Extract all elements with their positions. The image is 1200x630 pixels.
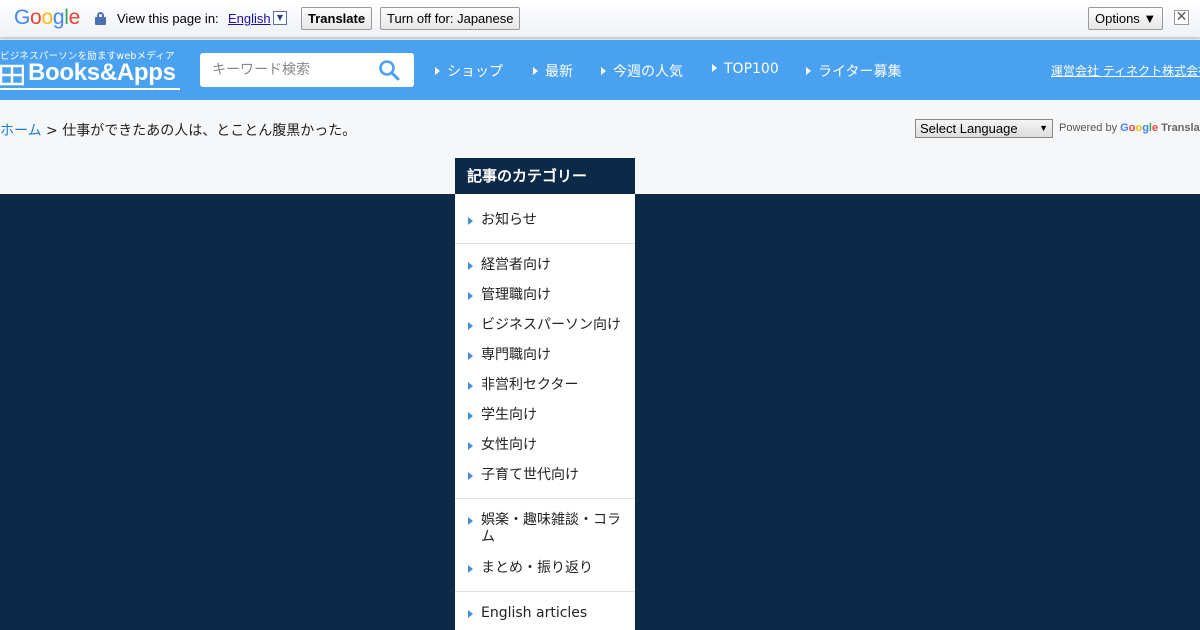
language-select-value: Select Language: [920, 121, 1018, 136]
nav-item-latest[interactable]: 最新: [533, 61, 573, 81]
category-item-executives[interactable]: 経営者向け: [468, 257, 629, 274]
caret-right-icon: [533, 67, 538, 75]
powered-by-label: Powered by: [1059, 122, 1118, 134]
category-item-students[interactable]: 学生向け: [468, 407, 629, 424]
category-item-news[interactable]: お知らせ: [468, 212, 629, 229]
company-link[interactable]: 運営会社 ティネクト株式会社: [1051, 62, 1200, 79]
nav-label: ライター募集: [818, 64, 902, 80]
site-header: ビジネスパーソンを励ますwebメディア Books&Apps ショップ 最新 今…: [0, 40, 1200, 100]
lock-icon: [95, 12, 106, 25]
translate-button[interactable]: Translate: [301, 7, 373, 30]
google-translate-bar: Google View this page in: English ▼ Tran…: [0, 0, 1200, 38]
close-icon[interactable]: ✕: [1174, 10, 1189, 25]
dropdown-arrow-icon: ▼: [1039, 123, 1048, 133]
google-logo-letter: G: [14, 6, 31, 29]
options-button[interactable]: Options ▼: [1088, 7, 1164, 30]
category-panel-title: 記事のカテゴリー: [455, 158, 635, 194]
google-logo-letter: o: [41, 6, 53, 29]
google-logo: Google: [14, 6, 80, 30]
google-logo-letter: g: [52, 6, 65, 29]
category-divider: [455, 498, 635, 499]
google-logo-letter: e: [68, 6, 81, 29]
breadcrumb-separator: >: [41, 123, 63, 139]
category-divider: [455, 243, 635, 244]
search-icon[interactable]: [378, 59, 400, 81]
turn-off-button[interactable]: Turn off for: Japanese: [380, 7, 521, 30]
search-box: [200, 53, 414, 87]
language-select[interactable]: Select Language ▼: [915, 119, 1053, 138]
nav-item-top100[interactable]: TOP100: [712, 61, 779, 77]
translate-wordmark: Translate: [1161, 122, 1200, 134]
nav-label: 今週の人気: [613, 64, 683, 80]
nav-label: TOP100: [724, 61, 779, 77]
nav-item-shop[interactable]: ショップ: [435, 61, 503, 81]
category-item-nonprofit[interactable]: 非営利セクター: [468, 377, 629, 394]
category-item-parents[interactable]: 子育て世代向け: [468, 467, 629, 484]
breadcrumb-home-link[interactable]: ホーム: [0, 123, 42, 139]
category-item-entertainment-columns[interactable]: 娯楽・趣味雑談・コラム: [468, 512, 629, 546]
powered-by-google-translate[interactable]: Powered by Google Translate: [1059, 122, 1200, 134]
view-page-label: View this page in:: [117, 11, 219, 26]
category-item-professionals[interactable]: 専門職向け: [468, 347, 629, 364]
caret-right-icon: [806, 67, 811, 75]
caret-right-icon: [601, 67, 606, 75]
breadcrumb-current: 仕事ができたあの人は、とことん腹黒かった。: [62, 123, 357, 139]
caret-right-icon: [712, 64, 717, 72]
language-dropdown-icon[interactable]: ▼: [273, 11, 287, 25]
google-logo-letter: o: [30, 6, 42, 29]
category-item-business-persons[interactable]: ビジネスパーソン向け: [468, 317, 629, 334]
nav-label: 最新: [545, 64, 573, 80]
category-item-english-articles[interactable]: English articles: [468, 605, 629, 622]
breadcrumb: ホーム > 仕事ができたあの人は、とことん腹黒かった。: [0, 120, 356, 140]
category-item-women[interactable]: 女性向け: [468, 437, 629, 454]
category-item-summaries[interactable]: まとめ・振り返り: [468, 560, 629, 577]
category-panel: 記事のカテゴリー お知らせ 経営者向け 管理職向け ビジネスパーソン向け 専門職…: [455, 158, 635, 630]
book-logo-icon[interactable]: [0, 64, 24, 86]
search-input[interactable]: [212, 53, 372, 87]
nav-item-weekly-popular[interactable]: 今週の人気: [601, 61, 683, 81]
category-divider: [455, 591, 635, 592]
nav-label: ショップ: [447, 64, 503, 80]
brand-logo-text[interactable]: Books&Apps: [28, 59, 176, 87]
nav-item-writer-recruit[interactable]: ライター募集: [806, 61, 901, 81]
brand-underline: [0, 88, 180, 90]
caret-right-icon: [435, 67, 440, 75]
google-wordmark: Google: [1120, 122, 1159, 134]
target-language-link[interactable]: English: [228, 11, 271, 26]
category-item-managers[interactable]: 管理職向け: [468, 287, 629, 304]
